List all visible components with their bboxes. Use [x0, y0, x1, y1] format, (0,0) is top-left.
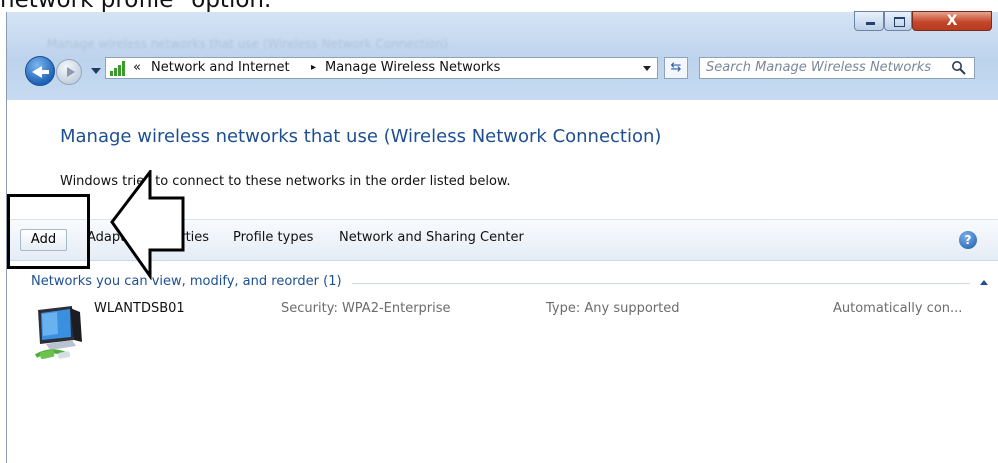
- history-dropdown-icon[interactable]: [91, 68, 101, 74]
- breadcrumb-separator-icon[interactable]: ▸: [311, 62, 316, 73]
- address-dropdown-icon[interactable]: [643, 66, 651, 71]
- network-name[interactable]: WLANTDSB01: [94, 301, 185, 316]
- profile-types-button[interactable]: Profile types: [233, 230, 313, 245]
- collapse-icon[interactable]: [980, 280, 988, 285]
- close-icon: X: [946, 13, 958, 29]
- address-bar[interactable]: « Network and Internet ▸ Manage Wireless…: [105, 57, 658, 79]
- page-title: Manage wireless networks that use (Wirel…: [60, 126, 662, 147]
- maximize-icon: [894, 17, 905, 27]
- search-icon[interactable]: [951, 60, 967, 76]
- blurred-title: Manage wireless networks that use (Wirel…: [47, 37, 448, 51]
- annotation-arrow-icon: [110, 170, 185, 280]
- maximize-button[interactable]: [884, 11, 912, 31]
- help-icon[interactable]: ?: [959, 231, 977, 249]
- back-button[interactable]: [25, 56, 55, 86]
- minimize-button[interactable]: [854, 11, 884, 31]
- search-placeholder[interactable]: Search Manage Wireless Networks: [706, 60, 931, 75]
- wireless-network-icon: [35, 306, 82, 359]
- breadcrumb-network-and-internet[interactable]: Network and Internet: [151, 60, 290, 75]
- network-sharing-center-button[interactable]: Network and Sharing Center: [339, 230, 524, 245]
- network-type: Type: Any supported: [546, 301, 680, 316]
- network-security: Security: WPA2-Enterprise: [281, 301, 451, 316]
- annotation-highlight-box: [7, 194, 90, 269]
- address-overflow-chevron[interactable]: «: [133, 60, 141, 75]
- breadcrumb-manage-wireless-networks[interactable]: Manage Wireless Networks: [325, 60, 500, 75]
- group-divider: [352, 283, 970, 284]
- window-chrome: Manage wireless networks that use (Wirel…: [7, 11, 998, 100]
- search-box[interactable]: Search Manage Wireless Networks: [699, 57, 975, 79]
- network-signal-icon: [110, 61, 128, 76]
- refresh-button[interactable]: ⇆: [664, 57, 688, 79]
- network-connection-mode: Automatically con...: [833, 301, 963, 316]
- close-button[interactable]: X: [912, 11, 992, 31]
- minimize-icon: [866, 22, 875, 25]
- forward-button[interactable]: [56, 59, 82, 85]
